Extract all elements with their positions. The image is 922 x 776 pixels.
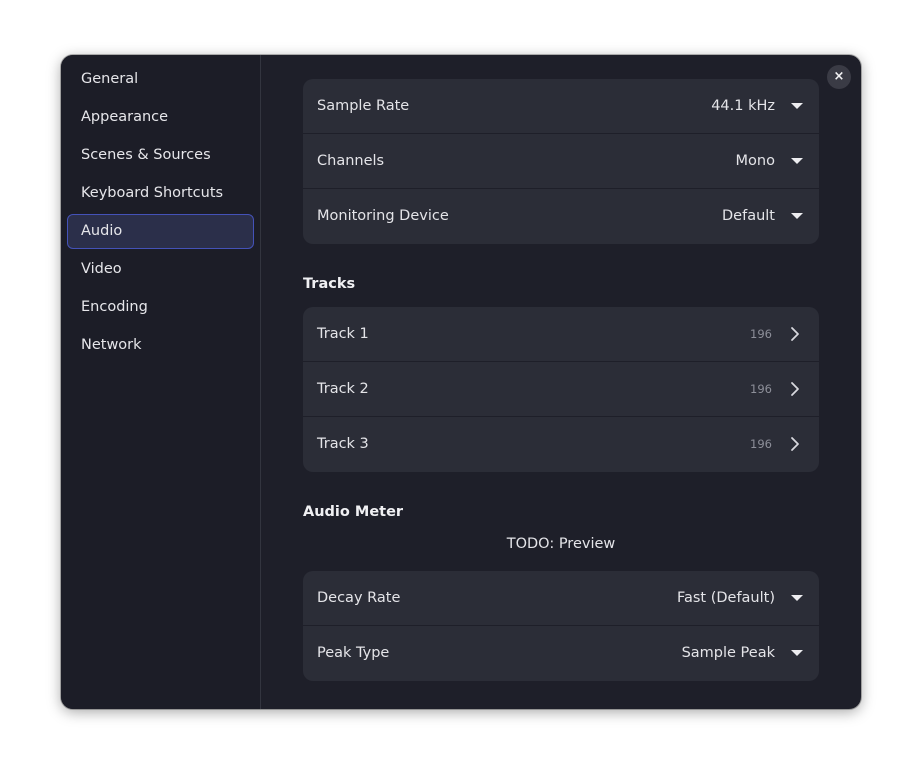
- decay-rate-dropdown[interactable]: Decay Rate Fast (Default): [303, 571, 819, 626]
- track-label: Track 3: [317, 436, 369, 452]
- track-label: Track 2: [317, 381, 369, 397]
- monitoring-device-dropdown[interactable]: Monitoring Device Default: [303, 189, 819, 244]
- close-icon: ×: [833, 69, 845, 84]
- chevron-right-icon: [791, 437, 799, 451]
- audio-settings-card: Sample Rate 44.1 kHz Channels Mono Monit…: [303, 79, 819, 244]
- peak-type-value: Sample Peak: [681, 645, 775, 661]
- dropdown-arrow-icon: [791, 650, 803, 656]
- sidebar-item-encoding[interactable]: Encoding: [67, 290, 254, 325]
- sidebar-item-appearance[interactable]: Appearance: [67, 100, 254, 135]
- track-row[interactable]: Track 1 196: [303, 307, 819, 362]
- track-row[interactable]: Track 3 196: [303, 417, 819, 472]
- channels-value: Mono: [735, 153, 775, 169]
- sidebar-item-audio[interactable]: Audio: [67, 214, 254, 249]
- meter-preview: TODO: Preview: [506, 536, 616, 552]
- audio-meter-card: Decay Rate Fast (Default) Peak Type Samp…: [303, 571, 819, 681]
- chevron-right-icon: [791, 327, 799, 341]
- sidebar-item-general[interactable]: General: [67, 62, 254, 97]
- sample-rate-dropdown[interactable]: Sample Rate 44.1 kHz: [303, 79, 819, 134]
- sidebar-item-video[interactable]: Video: [67, 252, 254, 287]
- tracks-card: Track 1 196 Track 2 196 Track 3 196: [303, 307, 819, 472]
- dropdown-arrow-icon: [791, 103, 803, 109]
- track-label: Track 1: [317, 326, 369, 342]
- preferences-window: General Appearance Scenes & Sources Keyb…: [61, 55, 861, 709]
- monitoring-device-value: Default: [722, 208, 775, 224]
- sidebar-item-keyboard-shortcuts[interactable]: Keyboard Shortcuts: [67, 176, 254, 211]
- track-row[interactable]: Track 2 196: [303, 362, 819, 417]
- monitoring-device-label: Monitoring Device: [317, 208, 449, 224]
- dropdown-arrow-icon: [791, 158, 803, 164]
- sidebar-item-network[interactable]: Network: [67, 328, 254, 363]
- track-count: 196: [750, 437, 772, 451]
- track-count: 196: [750, 382, 772, 396]
- sample-rate-value: 44.1 kHz: [711, 98, 775, 114]
- sidebar-item-scenes-sources[interactable]: Scenes & Sources: [67, 138, 254, 173]
- chevron-right-icon: [791, 382, 799, 396]
- track-count: 196: [750, 327, 772, 341]
- peak-type-dropdown[interactable]: Peak Type Sample Peak: [303, 626, 819, 681]
- close-button[interactable]: ×: [827, 65, 851, 89]
- sample-rate-label: Sample Rate: [317, 98, 410, 114]
- dropdown-arrow-icon: [791, 213, 803, 219]
- peak-type-label: Peak Type: [317, 645, 390, 661]
- decay-rate-label: Decay Rate: [317, 590, 401, 606]
- decay-rate-value: Fast (Default): [676, 590, 775, 606]
- dropdown-arrow-icon: [791, 595, 803, 601]
- tracks-heading: Tracks: [303, 276, 356, 292]
- sidebar: General Appearance Scenes & Sources Keyb…: [61, 55, 261, 709]
- channels-dropdown[interactable]: Channels Mono: [303, 134, 819, 189]
- channels-label: Channels: [317, 153, 385, 169]
- audio-meter-heading: Audio Meter: [303, 504, 404, 520]
